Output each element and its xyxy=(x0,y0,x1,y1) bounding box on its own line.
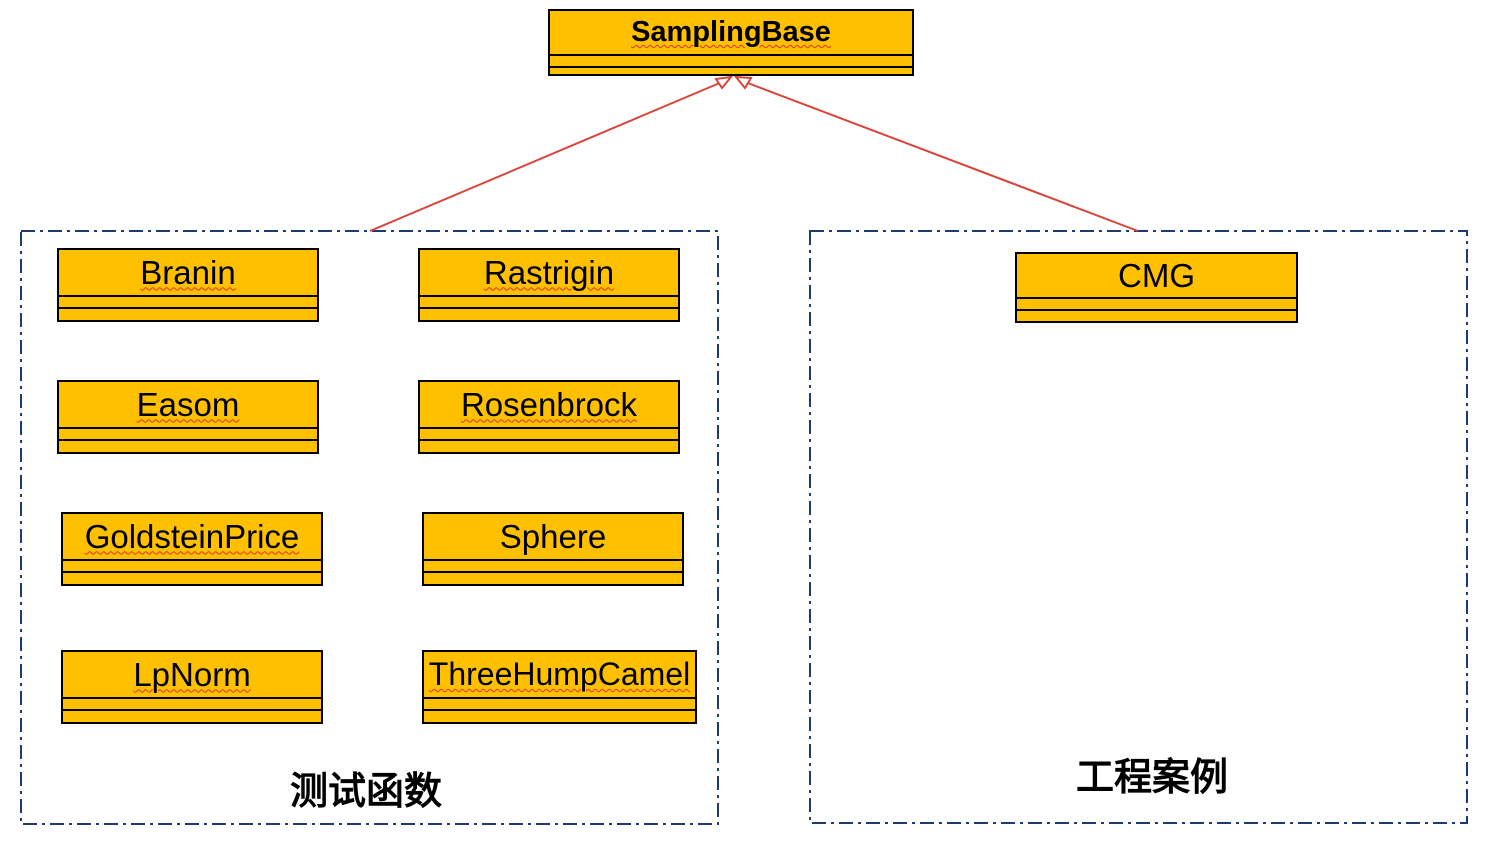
class-name-text: Rastrigin xyxy=(483,253,615,291)
class-attributes-section xyxy=(63,561,321,573)
class-attributes-section xyxy=(63,699,321,711)
class-diagram: SamplingBase Branin Rastrigin Easom Rose… xyxy=(0,0,1495,855)
class-box-lpnorm[interactable]: LpNorm xyxy=(61,650,323,724)
class-attributes-section xyxy=(424,561,682,573)
class-box-goldsteinprice[interactable]: GoldsteinPrice xyxy=(61,512,323,586)
class-box-branin[interactable]: Branin xyxy=(57,248,319,322)
class-name-text: Branin xyxy=(140,253,236,291)
class-name: ThreeHumpCamel xyxy=(424,652,695,699)
class-name-text: Sphere xyxy=(499,517,607,555)
class-box-rastrigin[interactable]: Rastrigin xyxy=(418,248,680,322)
class-box-rosenbrock[interactable]: Rosenbrock xyxy=(418,380,680,454)
class-name: LpNorm xyxy=(63,652,321,699)
class-name: Rosenbrock xyxy=(420,382,678,429)
class-box-easom[interactable]: Easom xyxy=(57,380,319,454)
class-attributes-section xyxy=(59,429,317,441)
class-name-text: Easom xyxy=(136,385,240,423)
class-attributes-section xyxy=(420,429,678,441)
class-name-text: LpNorm xyxy=(133,655,251,693)
class-name: SamplingBase xyxy=(550,11,912,56)
arrowhead-test-functions xyxy=(714,75,734,90)
group-label-test-functions: 测试函数 xyxy=(289,769,443,813)
class-name: Branin xyxy=(59,250,317,297)
class-name-text: ThreeHumpCamel xyxy=(428,656,691,692)
inheritance-arrow-test-functions xyxy=(369,81,723,232)
class-box-threehumpcamel[interactable]: ThreeHumpCamel xyxy=(422,650,697,724)
class-name: GoldsteinPrice xyxy=(63,514,321,561)
inheritance-arrow-engineering-cases xyxy=(744,81,1139,232)
class-name-text: Rosenbrock xyxy=(460,385,638,423)
class-attributes-section xyxy=(1017,299,1296,311)
class-name: Easom xyxy=(59,382,317,429)
class-name-text: CMG xyxy=(1118,256,1195,294)
class-name: Rastrigin xyxy=(420,250,678,297)
class-box-samplingbase[interactable]: SamplingBase xyxy=(548,9,914,76)
class-attributes-section xyxy=(424,699,695,711)
group-label-engineering-cases: 工程案例 xyxy=(1075,755,1229,799)
class-attributes-section xyxy=(59,297,317,309)
class-box-cmg[interactable]: CMG xyxy=(1015,252,1298,323)
class-name-text: GoldsteinPrice xyxy=(84,517,300,555)
class-name-text: SamplingBase xyxy=(631,16,831,48)
class-attributes-section xyxy=(420,297,678,309)
class-box-sphere[interactable]: Sphere xyxy=(422,512,684,586)
arrowhead-engineering-cases xyxy=(733,75,753,90)
class-name: CMG xyxy=(1017,254,1296,299)
class-name: Sphere xyxy=(424,514,682,561)
class-attributes-section xyxy=(550,56,912,68)
